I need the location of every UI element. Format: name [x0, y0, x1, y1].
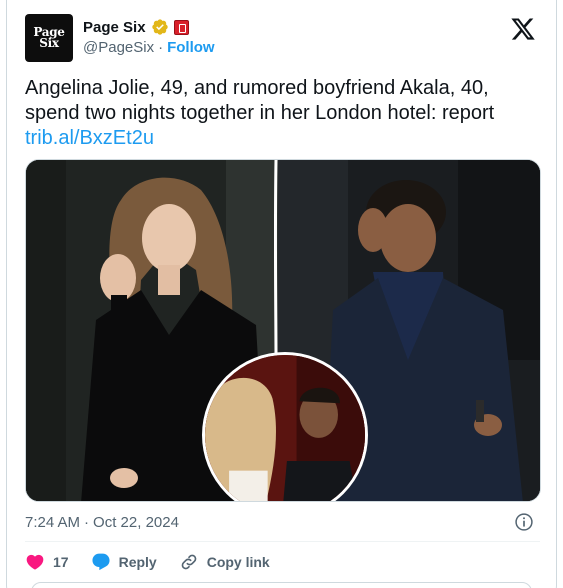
reply-icon: [92, 553, 110, 571]
author-info: Page Six @PageSix · Follow: [83, 17, 215, 57]
reply-label: Reply: [118, 554, 157, 570]
copy-link-button[interactable]: Copy link: [179, 552, 270, 572]
handle-separator: ·: [158, 39, 164, 56]
follow-button[interactable]: Follow: [167, 39, 215, 56]
tweet-media[interactable]: [25, 159, 541, 502]
handle-row: @PageSix · Follow: [83, 39, 215, 56]
name-row: Page Six: [83, 17, 215, 37]
x-logo-icon[interactable]: [510, 16, 536, 42]
like-button[interactable]: 17: [25, 552, 69, 572]
tweet-text: Angelina Jolie, 49, and rumored boyfrien…: [25, 77, 495, 124]
meta-separator: ·: [84, 514, 90, 531]
tweet-card[interactable]: Page Six Page Six @PageSix · Follow Ange…: [6, 0, 557, 588]
tweet-time[interactable]: 7:24 AM: [25, 514, 80, 531]
tweet-date[interactable]: Oct 22, 2024: [93, 514, 179, 531]
divider-line: [25, 541, 540, 542]
heart-icon: [26, 554, 44, 570]
info-icon[interactable]: [514, 512, 534, 532]
tweet-timestamp[interactable]: 7:24 AM · Oct 22, 2024: [25, 514, 179, 531]
avatar-logo-text: Page Six: [33, 25, 65, 50]
tweet-header: Page Six Page Six @PageSix · Follow: [25, 14, 540, 64]
handle[interactable]: @PageSix: [83, 39, 154, 56]
reply-button[interactable]: Reply: [91, 552, 157, 572]
like-count: 17: [53, 554, 69, 570]
verified-badge-icon: [151, 19, 168, 35]
link-icon: [181, 554, 197, 570]
tweet-actions: 17 Reply Copy link: [25, 550, 292, 574]
avatar[interactable]: Page Six: [25, 14, 73, 62]
copy-link-label: Copy link: [206, 554, 270, 570]
display-name[interactable]: Page Six: [83, 19, 146, 36]
affiliate-badge-icon[interactable]: [173, 19, 189, 35]
tweet-body: Angelina Jolie, 49, and rumored boyfrien…: [25, 76, 535, 151]
tweet-link[interactable]: trib.al/BxzEt2u: [25, 126, 535, 151]
read-replies-bar[interactable]: [31, 582, 532, 588]
